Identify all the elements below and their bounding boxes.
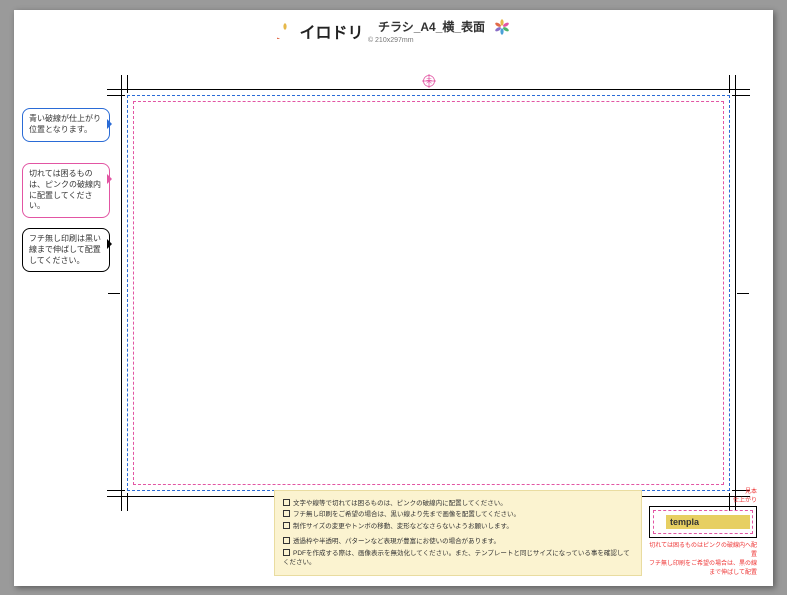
sample-caption: 切れては困るものはピンクの破線内へ配置 (649, 540, 757, 558)
callout-text: 青い破線が仕上がり位置となります。 (29, 114, 101, 134)
sample-text: templa (666, 515, 750, 529)
sample-caption: フチ無し印刷をご希望の場合は、黒の線まで伸ばして配置 (649, 558, 757, 576)
page-header: イロドリ チラシ_A4_横_表面 © 210x297mm (14, 18, 773, 44)
doc-title: チラシ_A4_横_表面 (378, 18, 485, 35)
note-item: フチ無し印刷をご希望の場合は、黒い線より先まで画像を配置してください。 (283, 509, 633, 520)
callout-trim: 青い破線が仕上がり位置となります。 (22, 108, 110, 142)
sample-box: templa (649, 506, 757, 538)
brand-name: イロドリ (299, 19, 363, 43)
callout-safe: 切れては困るものは、ピンクの破線内に配置してください。 (22, 163, 110, 218)
artboard: 天 地 (104, 72, 753, 514)
callout-bleed: フチ無し印刷は黒い線まで伸ばして配置してください。 (22, 228, 110, 272)
flower-icon (494, 19, 510, 35)
flower-icon (277, 23, 293, 39)
note-item: PDFを作成する際は、画像表示を無効化してください。また、テンプレートと同じサイ… (283, 548, 633, 569)
svg-text:天: 天 (425, 78, 431, 85)
template-page: イロドリ チラシ_A4_横_表面 © 210x297mm (14, 10, 773, 586)
safe-frame (133, 101, 724, 485)
callout-text: 切れては困るものは、ピンクの破線内に配置してください。 (29, 169, 101, 210)
doc-subtitle: © 210x297mm (368, 37, 510, 44)
crop-mark (737, 293, 749, 294)
brand: イロドリ (277, 19, 363, 43)
crop-mark (108, 293, 120, 294)
note-item: 文字や線等で切れては困るものは、ピンクの破線内に配置してください。 (283, 498, 633, 509)
registration-mark-top: 天 (422, 74, 436, 88)
note-item: 制作サイズの変更やトンボの移動、変形などなさらないようお願いします。 (283, 521, 633, 532)
sample-preview: 見本 仕上がり templa 切れては困るものはピンクの破線内へ配置 フチ無し印… (649, 486, 757, 576)
notes-box: 文字や線等で切れては困るものは、ピンクの破線内に配置してください。 フチ無し印刷… (274, 490, 642, 577)
note-item: 透過枠や半透明、パターンなど表現が豊富にお使いの場合があります。 (283, 536, 633, 547)
sample-label: 見本 仕上がり (649, 486, 757, 504)
callout-text: フチ無し印刷は黒い線まで伸ばして配置してください。 (29, 234, 101, 265)
